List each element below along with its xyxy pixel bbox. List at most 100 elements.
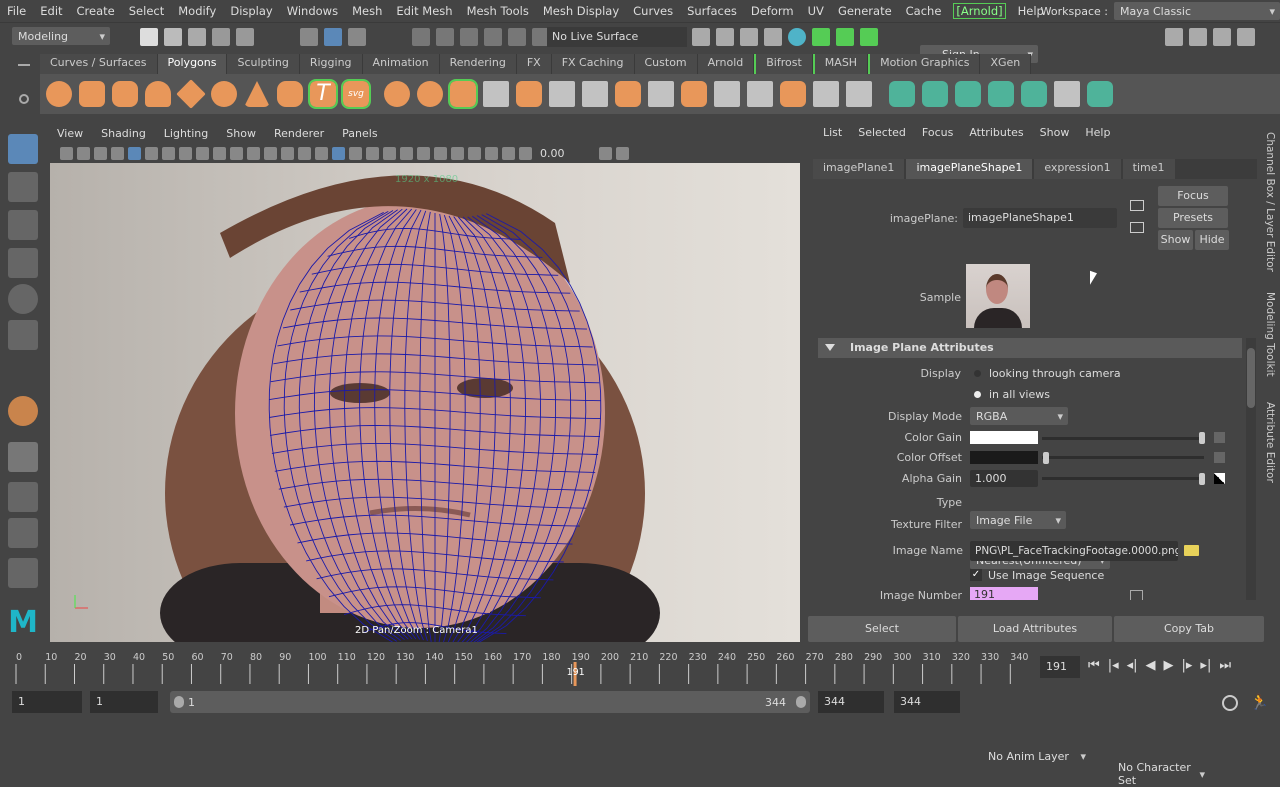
fill-hole-icon[interactable] xyxy=(813,81,839,107)
select-component-icon[interactable] xyxy=(348,28,366,46)
render-settings-icon[interactable] xyxy=(764,28,782,46)
presets-button[interactable]: Presets xyxy=(1158,208,1228,228)
grid-icon[interactable] xyxy=(162,146,175,160)
textured-icon[interactable] xyxy=(349,146,362,160)
cylindrical-uv-icon[interactable] xyxy=(922,81,948,107)
color-offset-slider-handle[interactable] xyxy=(1043,452,1049,464)
snap-surface-icon[interactable] xyxy=(508,28,526,46)
ambient-occlusion-icon[interactable] xyxy=(400,146,413,160)
playback-end-field[interactable]: 344 xyxy=(818,691,884,713)
select-tool-icon[interactable] xyxy=(8,134,38,164)
shelf-tab-rigging[interactable]: Rigging xyxy=(299,54,363,74)
attr-menu-list[interactable]: List xyxy=(815,126,850,139)
extract-icon[interactable] xyxy=(516,81,542,107)
alpha-gain-slider[interactable] xyxy=(1042,477,1204,480)
lasso-tool-icon[interactable] xyxy=(8,172,38,202)
image-name-field[interactable]: PNG\PL_FaceTrackingFootage.0000.png xyxy=(970,541,1178,561)
shadows-icon[interactable] xyxy=(383,146,396,160)
play-backwards-icon[interactable]: ◀ xyxy=(1146,658,1156,673)
anim-layer-dropdown[interactable]: No Anim Layer xyxy=(966,747,1091,765)
safe-action-icon[interactable] xyxy=(247,146,260,160)
type-tool-icon[interactable]: T xyxy=(308,79,338,109)
attr-menu-focus[interactable]: Focus xyxy=(914,126,961,139)
select-hierarchy-icon[interactable] xyxy=(300,28,318,46)
snap-view-icon[interactable] xyxy=(484,28,502,46)
outliner-layout-icon[interactable] xyxy=(8,558,38,588)
poly-cube-icon[interactable] xyxy=(79,81,105,107)
hypershade-icon[interactable] xyxy=(788,28,806,46)
scrollbar-thumb[interactable] xyxy=(1247,348,1255,408)
shelf-tab-rendering[interactable]: Rendering xyxy=(439,54,517,74)
move-tool-icon[interactable] xyxy=(8,248,38,278)
rotate-tool-icon[interactable] xyxy=(8,284,38,314)
camera-attributes-icon[interactable] xyxy=(77,146,90,160)
multi-cut-icon[interactable] xyxy=(582,81,608,107)
shelf-tab-mash[interactable]: MASH xyxy=(812,54,869,74)
shelf-settings-icon[interactable] xyxy=(19,94,29,104)
render-frame-icon[interactable] xyxy=(716,28,734,46)
show-button[interactable]: Show xyxy=(1158,230,1193,250)
camera-select-icon[interactable] xyxy=(60,146,73,160)
shelf-tab-bifrost[interactable]: Bifrost xyxy=(754,54,813,74)
uv-editor-icon[interactable] xyxy=(1054,81,1080,107)
attr-menu-help[interactable]: Help xyxy=(1077,126,1118,139)
menu-generate[interactable]: Generate xyxy=(831,4,899,18)
snap-grid-icon[interactable] xyxy=(412,28,430,46)
animation-start-field[interactable]: 1 xyxy=(12,691,82,713)
shelf-tab-custom[interactable]: Custom xyxy=(634,54,698,74)
poly-cylinder-icon[interactable] xyxy=(112,81,138,107)
arnold-ipr-icon[interactable] xyxy=(836,28,854,46)
radio-looking-through-camera[interactable] xyxy=(974,370,981,377)
color-offset-slider[interactable] xyxy=(1042,456,1204,459)
smooth-shade-icon[interactable] xyxy=(298,146,311,160)
node-name-field[interactable]: imagePlaneShape1 xyxy=(963,208,1117,228)
unfold-uv-icon[interactable] xyxy=(1021,81,1047,107)
tool-settings-toggle-icon[interactable] xyxy=(1213,28,1231,46)
side-tab-modeling-toolkit[interactable]: Modeling Toolkit xyxy=(1264,292,1276,377)
render-view-icon[interactable] xyxy=(692,28,710,46)
append-polygon-icon[interactable] xyxy=(780,81,806,107)
isolate-select-icon[interactable] xyxy=(451,146,464,160)
image-plane-icon[interactable] xyxy=(111,146,124,160)
play-forwards-icon[interactable]: ▶ xyxy=(1164,658,1174,673)
shelf-tab-motion-graphics[interactable]: Motion Graphics xyxy=(868,54,981,74)
2d-pan-zoom-icon[interactable] xyxy=(128,146,141,160)
menu-deform[interactable]: Deform xyxy=(744,4,801,18)
viewport-menu-shading[interactable]: Shading xyxy=(92,127,155,140)
side-tab-channel-box[interactable]: Channel Box / Layer Editor xyxy=(1264,132,1276,272)
snap-curve-icon[interactable] xyxy=(436,28,454,46)
go-to-end-icon[interactable]: ⏭ xyxy=(1219,658,1231,673)
viewport-menu-renderer[interactable]: Renderer xyxy=(265,127,333,140)
smooth-icon[interactable] xyxy=(483,81,509,107)
range-start-handle[interactable] xyxy=(174,696,184,708)
redo-icon[interactable] xyxy=(236,28,254,46)
menu-modify[interactable]: Modify xyxy=(171,4,223,18)
playback-start-field[interactable]: 1 xyxy=(90,691,158,713)
color-gain-slider[interactable] xyxy=(1042,437,1204,440)
shelf-menu-icon[interactable] xyxy=(18,64,30,66)
poly-sphere-icon[interactable] xyxy=(46,81,72,107)
poly-plane-icon[interactable] xyxy=(176,79,206,109)
two-view-layout-icon[interactable] xyxy=(8,518,38,548)
copy-tab-button[interactable]: Copy Tab xyxy=(1114,616,1264,642)
step-forward-frame-icon[interactable]: |▸ xyxy=(1182,658,1193,673)
shelf-tab-curves-surfaces[interactable]: Curves / Surfaces xyxy=(40,54,158,74)
select-button[interactable]: Select xyxy=(808,616,956,642)
display-mode-dropdown[interactable]: RGBA xyxy=(970,407,1068,425)
paint-select-tool-icon[interactable] xyxy=(8,210,38,240)
go-to-start-icon[interactable]: ⏮ xyxy=(1088,658,1100,673)
menu-curves[interactable]: Curves xyxy=(626,4,680,18)
menu-edit-mesh[interactable]: Edit Mesh xyxy=(389,4,459,18)
arnold-render-icon[interactable] xyxy=(812,28,830,46)
menu-display[interactable]: Display xyxy=(223,4,279,18)
range-slider[interactable]: 1 344 xyxy=(170,691,810,713)
mirror-icon[interactable] xyxy=(448,79,478,109)
attr-menu-show[interactable]: Show xyxy=(1032,126,1078,139)
planar-uv-icon[interactable] xyxy=(889,81,915,107)
menu-mesh-display[interactable]: Mesh Display xyxy=(536,4,626,18)
animation-end-field[interactable]: 344 xyxy=(894,691,960,713)
channel-box-toggle-icon[interactable] xyxy=(1237,28,1255,46)
radio-in-all-views[interactable] xyxy=(974,391,981,398)
automatic-uv-icon[interactable] xyxy=(988,81,1014,107)
viewport-menu-show[interactable]: Show xyxy=(217,127,265,140)
